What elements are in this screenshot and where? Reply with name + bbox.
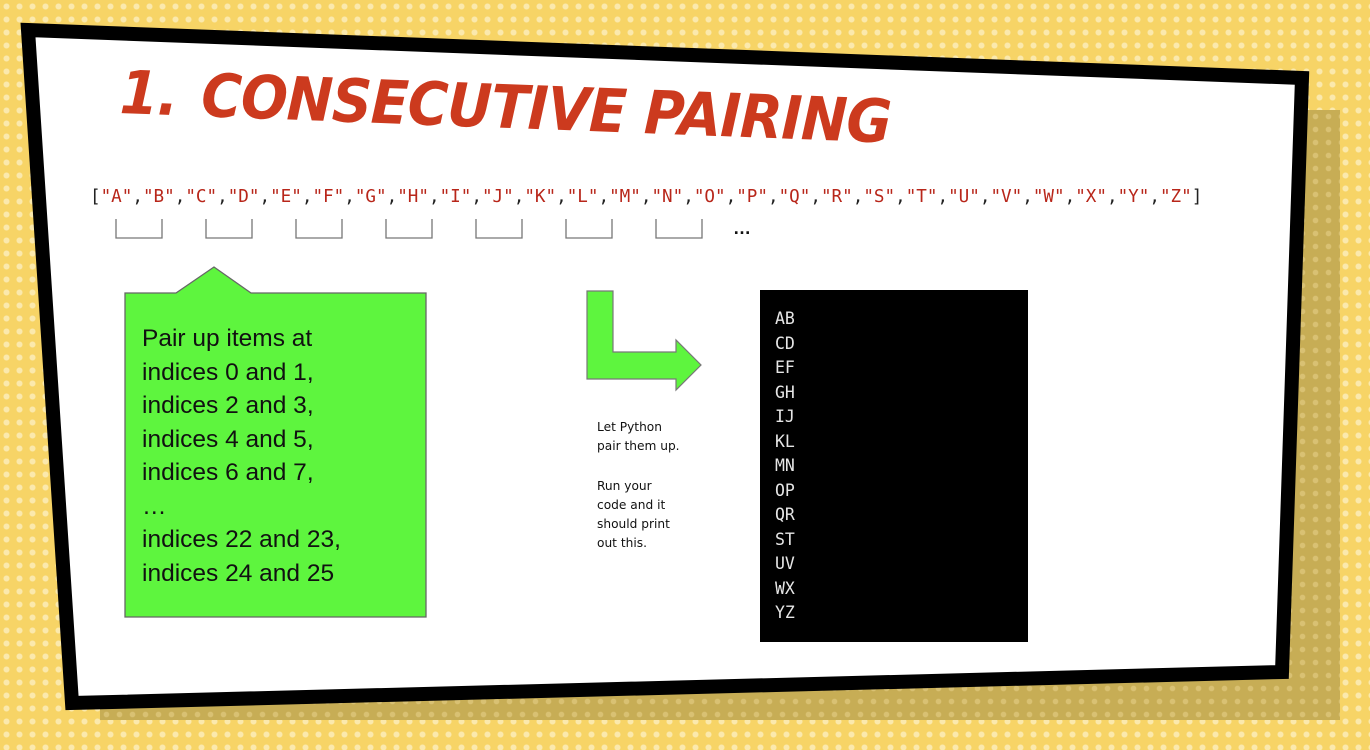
list-item: "B" bbox=[142, 187, 175, 207]
note-run-code: Run your code and it should print out this. bbox=[597, 477, 670, 553]
list-item: "Y" bbox=[1117, 187, 1150, 207]
list-item: "S" bbox=[863, 187, 896, 207]
list-item: "V" bbox=[990, 187, 1023, 207]
callout-line: indices 6 and 7, bbox=[142, 459, 314, 486]
callout-line: indices 2 and 3, bbox=[142, 392, 314, 419]
list-item: "P" bbox=[736, 187, 768, 207]
bend-arrow-icon bbox=[586, 290, 702, 392]
list-item: "N" bbox=[651, 187, 684, 207]
callout-line: indices 0 and 1, bbox=[142, 358, 314, 386]
terminal-lines: AB CD EF GH IJ KL MN OP QR ST UV WX YZ bbox=[775, 307, 795, 626]
list-close-bracket: ] bbox=[1191, 187, 1203, 207]
callout-text: Pair up items at indices 0 and 1, indices … bbox=[142, 322, 341, 590]
list-open-bracket: [ bbox=[90, 187, 101, 207]
terminal-line: KL bbox=[775, 431, 795, 451]
list-item: "F" bbox=[312, 187, 345, 207]
pair-ellipsis: … bbox=[733, 218, 751, 238]
terminal-line: CD bbox=[775, 333, 795, 353]
terminal-line: EF bbox=[775, 358, 795, 377]
terminal-line: UV bbox=[775, 554, 795, 573]
terminal-line: AB bbox=[775, 309, 795, 328]
list-item: "G" bbox=[354, 187, 387, 207]
note-let-python: Let Python pair them up. bbox=[597, 418, 680, 456]
terminal-line: QR bbox=[775, 505, 795, 524]
callout-line: indices 4 and 5, bbox=[142, 425, 314, 453]
list-item: "H" bbox=[397, 187, 429, 207]
letter-list: ["A","B","C","D","E","F","G","H","I","J"… bbox=[90, 187, 1203, 207]
terminal-line: IJ bbox=[775, 407, 795, 426]
list-item: "C" bbox=[185, 187, 218, 207]
list-item: "D" bbox=[227, 187, 260, 207]
list-item: "W" bbox=[1032, 187, 1065, 207]
list-item: "I" bbox=[439, 187, 472, 207]
list-item: "J" bbox=[481, 187, 514, 207]
callout-line: indices 24 and 25 bbox=[142, 559, 335, 587]
note-line: should print bbox=[597, 517, 670, 531]
note-line: code and it bbox=[597, 498, 666, 512]
callout-line: … bbox=[142, 492, 167, 520]
list-item: "O" bbox=[693, 187, 726, 207]
terminal-line: ST bbox=[775, 529, 795, 549]
terminal-line: OP bbox=[775, 480, 795, 500]
callout-line: Pair up items at bbox=[142, 325, 313, 352]
note-line: out this. bbox=[597, 536, 647, 550]
list-item: "U" bbox=[948, 187, 980, 207]
callout-line: indices 22 and 23, bbox=[142, 526, 341, 553]
list-item: "Q" bbox=[778, 187, 811, 207]
terminal-line: YZ bbox=[775, 603, 795, 622]
terminal-output-panel: AB CD EF GH IJ KL MN OP QR ST UV WX YZ bbox=[760, 290, 1028, 642]
list-item: "X" bbox=[1075, 187, 1107, 207]
list-item: "R" bbox=[820, 187, 853, 207]
list-item: "E" bbox=[270, 187, 302, 207]
note-line: Run your bbox=[597, 479, 652, 493]
note-line: Let Python bbox=[597, 420, 662, 434]
title-number: 1. bbox=[118, 58, 179, 131]
list-item: "A" bbox=[100, 187, 133, 207]
terminal-line: WX bbox=[775, 578, 795, 598]
note-line: pair them up. bbox=[597, 439, 680, 453]
list-item: "K" bbox=[524, 187, 557, 207]
terminal-line: MN bbox=[775, 456, 795, 475]
list-item: "M" bbox=[609, 187, 641, 207]
list-item: "L" bbox=[566, 187, 599, 207]
list-item: "Z" bbox=[1159, 187, 1192, 207]
terminal-line: GH bbox=[775, 382, 795, 402]
list-item: "T" bbox=[905, 187, 938, 207]
